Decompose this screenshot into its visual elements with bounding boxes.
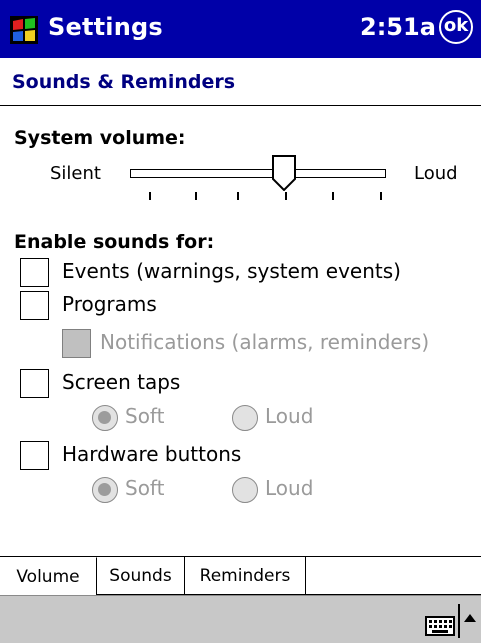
clock[interactable]: 2:51a: [360, 13, 436, 41]
slider-min-label: Silent: [50, 163, 101, 184]
hardware-buttons-soft-option: Soft: [92, 475, 212, 505]
slider-tick: [380, 192, 382, 200]
tab-reminders[interactable]: Reminders: [185, 557, 306, 595]
hardware-buttons-loud-radio: [232, 477, 258, 503]
slider-tick: [285, 192, 287, 200]
tab-sounds[interactable]: Sounds: [97, 557, 185, 595]
hardware-buttons-option[interactable]: Hardware buttons: [20, 441, 320, 475]
hardware-buttons-label: Hardware buttons: [62, 442, 242, 466]
ok-button[interactable]: ok: [439, 10, 473, 44]
arrow-up-icon[interactable]: [463, 612, 477, 624]
tab-volume[interactable]: Volume: [0, 557, 97, 595]
notifications-checkbox: [62, 329, 91, 358]
windows-flag-icon[interactable]: [9, 15, 39, 45]
notifications-label: Notifications (alarms, reminders): [100, 330, 430, 354]
header-divider: [0, 105, 481, 106]
events-checkbox[interactable]: [20, 258, 49, 287]
screen-taps-soft-option: Soft: [92, 403, 212, 433]
events-label: Events (warnings, system events): [62, 259, 401, 283]
title-bar: Settings 2:51a ok: [0, 0, 481, 58]
screen-taps-option[interactable]: Screen taps: [20, 369, 320, 403]
hardware-buttons-loud-label: Loud: [265, 476, 314, 500]
events-option[interactable]: Events (warnings, system events): [20, 258, 480, 292]
slider-max-label: Loud: [414, 163, 458, 184]
slider-tick: [332, 192, 334, 200]
screen-taps-loud-radio: [232, 405, 258, 431]
volume-slider-thumb[interactable]: [272, 155, 296, 191]
sip-separator: [458, 604, 460, 638]
screen-taps-soft-label: Soft: [125, 404, 165, 428]
screen-taps-loud-option: Loud: [232, 403, 352, 433]
programs-option[interactable]: Programs: [20, 291, 320, 325]
menu-bar: [0, 595, 481, 643]
screen-taps-checkbox[interactable]: [20, 369, 49, 398]
screen-taps-soft-radio: [92, 405, 118, 431]
slider-tick: [195, 192, 197, 200]
screen-taps-loud-label: Loud: [265, 404, 314, 428]
volume-slider-track[interactable]: [130, 169, 386, 178]
hardware-buttons-checkbox[interactable]: [20, 441, 49, 470]
hardware-buttons-loud-option: Loud: [232, 475, 352, 505]
system-volume-label: System volume:: [14, 127, 186, 149]
hardware-buttons-soft-radio: [92, 477, 118, 503]
programs-checkbox[interactable]: [20, 291, 49, 320]
slider-tick: [149, 192, 151, 200]
enable-sounds-label: Enable sounds for:: [14, 231, 215, 253]
programs-label: Programs: [62, 292, 157, 316]
app-title: Settings: [48, 13, 163, 41]
slider-tick: [237, 192, 239, 200]
notifications-option: Notifications (alarms, reminders): [62, 329, 462, 363]
keyboard-icon[interactable]: [425, 616, 455, 636]
page-title: Sounds & Reminders: [12, 71, 236, 93]
screen-taps-label: Screen taps: [62, 370, 181, 394]
hardware-buttons-soft-label: Soft: [125, 476, 165, 500]
